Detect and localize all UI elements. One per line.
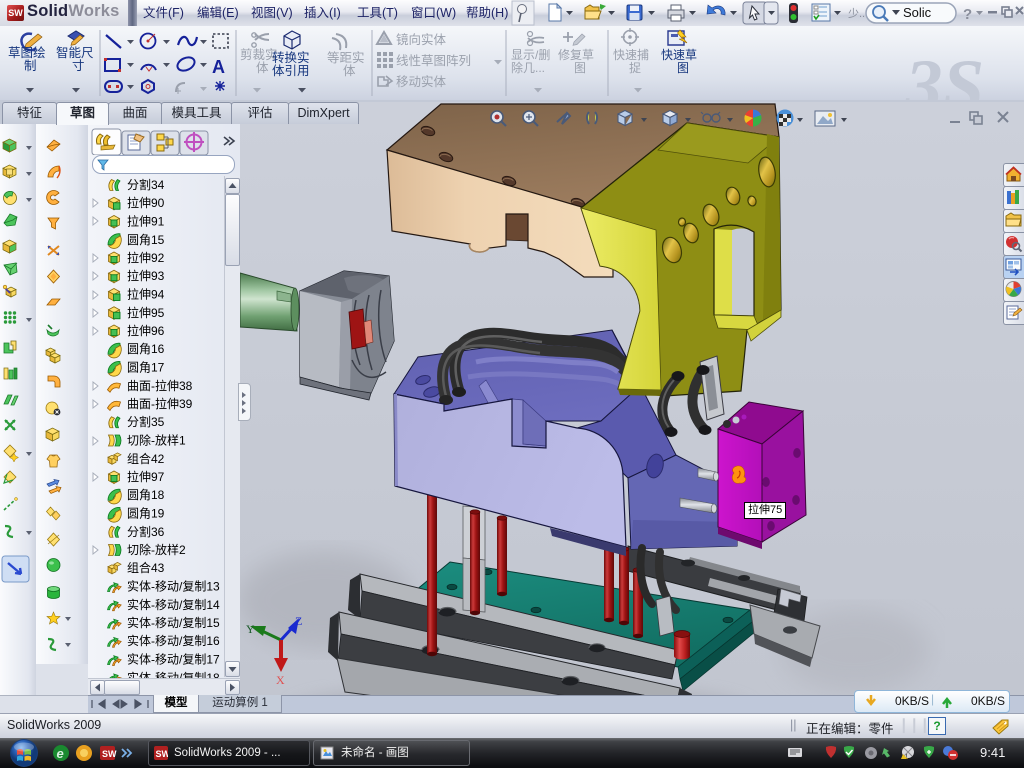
svg-text:A: A — [212, 57, 225, 77]
svg-text:e: e — [57, 746, 64, 761]
svg-text:智能尺: 智能尺 — [56, 45, 94, 60]
svg-text:拉伸97: 拉伸97 — [127, 469, 165, 484]
svg-text:分割36: 分割36 — [127, 524, 165, 539]
svg-text:SW: SW — [102, 749, 117, 759]
svg-text:分割35: 分割35 — [127, 414, 165, 429]
svg-text:体引用: 体引用 — [272, 64, 310, 78]
svg-text:实体-移动/复制17: 实体-移动/复制17 — [127, 652, 220, 667]
svg-text:圆角16: 圆角16 — [127, 342, 165, 356]
svg-text:拉伸90: 拉伸90 — [127, 195, 165, 210]
svg-text:Z: Z — [295, 614, 302, 628]
svg-text:圆角15: 圆角15 — [127, 233, 165, 247]
svg-text:圆角18: 圆角18 — [127, 488, 165, 502]
svg-text:图: 图 — [677, 61, 689, 75]
svg-text:图: 图 — [574, 61, 586, 75]
svg-text:3S: 3S — [904, 45, 984, 100]
svg-text:线性草图阵列: 线性草图阵列 — [396, 54, 471, 68]
svg-text:分割34: 分割34 — [127, 177, 165, 192]
svg-text:拉伸95: 拉伸95 — [127, 305, 165, 320]
svg-text:草图绘: 草图绘 — [8, 45, 46, 60]
svg-text:显示/删: 显示/删 — [511, 48, 550, 62]
svg-text:?: ? — [963, 6, 972, 23]
svg-text:少..: 少.. — [848, 7, 865, 20]
svg-text:实体-移动/复制16: 实体-移动/复制16 — [127, 633, 220, 648]
svg-text:切除-放样2: 切除-放样2 — [127, 542, 186, 557]
svg-text:实体-移动/复制15: 实体-移动/复制15 — [127, 615, 220, 630]
svg-text:寸: 寸 — [72, 59, 85, 73]
svg-text:圆角19: 圆角19 — [127, 507, 165, 521]
svg-text:实体-移动/复制13: 实体-移动/复制13 — [127, 579, 220, 594]
svg-text:除几...: 除几... — [511, 60, 545, 75]
svg-text:体: 体 — [256, 61, 269, 75]
svg-text:制: 制 — [24, 59, 37, 73]
svg-text:拉伸93: 拉伸93 — [127, 268, 165, 283]
svg-text:X: X — [276, 673, 285, 687]
svg-text:捉: 捉 — [629, 60, 641, 75]
svg-text:实体-移动/复制14: 实体-移动/复制14 — [127, 597, 220, 612]
svg-text:转换实: 转换实 — [272, 50, 310, 65]
svg-text:圆角17: 圆角17 — [127, 361, 165, 375]
svg-text:曲面-拉伸39: 曲面-拉伸39 — [127, 396, 193, 411]
svg-text:SW: SW — [156, 749, 169, 759]
svg-text:组合43: 组合43 — [127, 560, 165, 575]
svg-text:等距实: 等距实 — [327, 50, 365, 65]
svg-text:体: 体 — [343, 64, 356, 78]
svg-text:拉伸96: 拉伸96 — [127, 323, 165, 338]
svg-text:Y: Y — [246, 622, 255, 636]
svg-text:曲面-拉伸38: 曲面-拉伸38 — [127, 378, 193, 393]
svg-text:快速草: 快速草 — [661, 48, 697, 62]
svg-text:拉伸92: 拉伸92 — [127, 250, 165, 265]
svg-text:移动实体: 移动实体 — [396, 74, 447, 89]
svg-text:修复草: 修复草 — [558, 47, 594, 62]
svg-text:Solic: Solic — [903, 5, 932, 20]
svg-text:镜向实体: 镜向实体 — [396, 32, 447, 47]
svg-text:快速捕: 快速捕 — [613, 47, 649, 62]
svg-text:切除-放样1: 切除-放样1 — [127, 433, 186, 448]
svg-text:拉伸91: 拉伸91 — [127, 214, 165, 229]
svg-text:拉伸94: 拉伸94 — [127, 287, 165, 302]
svg-text:组合42: 组合42 — [127, 451, 165, 466]
